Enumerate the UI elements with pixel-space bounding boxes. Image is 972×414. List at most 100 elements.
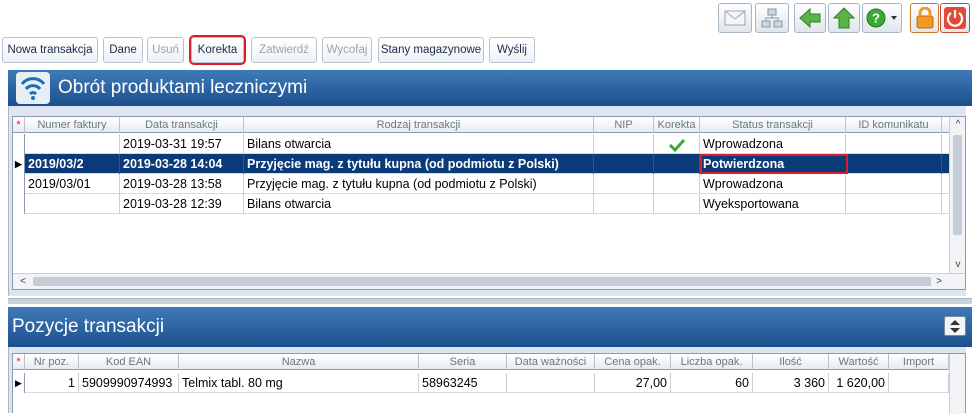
withdraw-button[interactable]: Wycofaj <box>322 37 372 63</box>
mail-button[interactable] <box>718 3 752 33</box>
cell-nip <box>594 154 654 174</box>
cell-type: Przyjęcie mag. z tytułu kupna (od podmio… <box>244 174 594 194</box>
cell-date: 2019-03-28 14:04 <box>120 154 244 174</box>
new-transaction-button[interactable]: Nowa transakcja <box>2 37 98 63</box>
scroll-thumb[interactable] <box>953 135 962 235</box>
cell-date: 2019-03-31 19:57 <box>120 134 244 154</box>
table-header: * Numer faktury Data transakcji Rodzaj t… <box>13 117 949 133</box>
table-row[interactable]: 2019-03-31 19:57 Bilans otwarcia Wprowad… <box>13 134 949 154</box>
cell-message-id <box>846 134 942 154</box>
cell-date: 2019-03-28 13:58 <box>120 174 244 194</box>
positions-header: Pozycje transakcji <box>8 307 972 347</box>
positions-header-row: * Nr poz. Kod EAN Nazwa Seria Data ważno… <box>13 354 949 370</box>
cell-message-id <box>846 174 942 194</box>
network-icon <box>761 8 783 28</box>
col-import[interactable]: Import <box>889 354 949 370</box>
lock-icon <box>916 7 933 29</box>
hscroll-thumb[interactable] <box>33 277 931 286</box>
icon-toolbar: ? <box>0 0 972 36</box>
up-arrow-icon <box>833 7 855 29</box>
network-button[interactable] <box>755 3 789 33</box>
help-button[interactable]: ? <box>862 3 902 33</box>
cell-date: 2019-03-28 12:39 <box>120 194 244 214</box>
row-marker <box>13 174 25 194</box>
cell-pack-price: 27,00 <box>595 373 671 393</box>
cell-invoice-number: 2019/03/01 <box>25 174 120 194</box>
col-date[interactable]: Data transakcji <box>120 117 244 133</box>
delete-button[interactable]: Usuń <box>147 37 184 63</box>
row-pointer-icon: ▶ <box>13 154 25 174</box>
send-button[interactable]: Wyślij <box>489 37 535 63</box>
lock-button[interactable] <box>910 3 939 33</box>
help-icon: ? <box>866 8 897 28</box>
col-series[interactable]: Seria <box>419 354 507 370</box>
cell-invoice-number <box>25 134 120 154</box>
col-nip[interactable]: NIP <box>594 117 654 133</box>
panel-splitter[interactable] <box>8 298 972 304</box>
col-quantity[interactable]: Ilość <box>753 354 829 370</box>
col-name[interactable]: Nazwa <box>179 354 419 370</box>
cell-type: Bilans otwarcia <box>244 134 594 154</box>
up-button[interactable] <box>828 3 860 33</box>
vertical-scrollbar[interactable]: ^ v <box>949 117 965 273</box>
transactions-header: Obrót produktami leczniczymi <box>8 70 972 106</box>
cell-type: Przyjęcie mag. z tytułu kupna (od podmio… <box>244 154 594 174</box>
positions-title: Pozycje transakcji <box>12 316 165 337</box>
cell-correction <box>654 154 700 174</box>
check-icon <box>668 138 685 152</box>
horizontal-scrollbar[interactable]: < > <box>13 273 965 289</box>
scroll-up-icon[interactable]: ^ <box>950 117 966 133</box>
cell-message-id <box>848 154 942 174</box>
cell-status: Wprowadzona <box>700 174 846 194</box>
cell-correction <box>654 194 700 214</box>
cell-correction <box>654 134 700 154</box>
cell-ean: 5909990974993 <box>79 373 179 393</box>
col-pack-count[interactable]: Liczba opak. <box>671 354 753 370</box>
power-icon <box>944 7 966 29</box>
scroll-right-icon[interactable]: > <box>931 274 947 290</box>
positions-vertical-scrollbar[interactable] <box>949 354 965 414</box>
cell-correction <box>654 174 700 194</box>
data-button[interactable]: Dane <box>103 37 143 63</box>
positions-table: * Nr poz. Kod EAN Nazwa Seria Data ważno… <box>12 353 966 414</box>
cell-value: 1 620,00 <box>829 373 889 393</box>
positions-row[interactable]: ▶ 1 5909990974993 Telmix tabl. 80 mg 589… <box>13 373 949 393</box>
col-expiry[interactable]: Data ważności <box>507 354 595 370</box>
scroll-left-icon[interactable]: < <box>15 274 31 290</box>
col-ean[interactable]: Kod EAN <box>79 354 179 370</box>
col-message-id[interactable]: ID komunikatu <box>846 117 942 133</box>
cell-nip <box>594 174 654 194</box>
collapse-toggle-button[interactable] <box>944 316 966 336</box>
power-button[interactable] <box>940 3 970 33</box>
mail-icon <box>724 10 746 26</box>
cell-invoice-number: 2019/03/2 <box>25 154 120 174</box>
cell-status: Wprowadzona <box>700 134 846 154</box>
approve-button[interactable]: Zatwierdź <box>251 37 317 63</box>
cell-pack-count: 60 <box>671 373 753 393</box>
scroll-down-icon[interactable]: v <box>950 257 966 273</box>
cell-name: Telmix tabl. 80 mg <box>179 373 419 393</box>
back-arrow-icon <box>799 8 821 28</box>
stock-button[interactable]: Stany magazynowe <box>378 37 484 63</box>
col-invoice-number[interactable]: Numer faktury <box>25 117 120 133</box>
row-marker <box>13 134 25 154</box>
cell-import <box>889 373 949 393</box>
row-marker <box>13 194 25 214</box>
action-toolbar: Nowa transakcja Dane Usuń Korekta Zatwie… <box>0 35 972 66</box>
header-marker: * <box>13 117 25 133</box>
col-value[interactable]: Wartość <box>829 354 889 370</box>
transactions-title: Obrót produktami leczniczymi <box>58 77 308 98</box>
cell-nip <box>594 194 654 214</box>
col-type[interactable]: Rodzaj transakcji <box>244 117 594 133</box>
cell-quantity: 3 360 <box>753 373 829 393</box>
table-row-selected[interactable]: ▶ 2019/03/2 2019-03-28 14:04 Przyjęcie m… <box>13 154 949 174</box>
col-pack-price[interactable]: Cena opak. <box>595 354 671 370</box>
col-correction[interactable]: Korekta <box>654 117 700 133</box>
col-position-number[interactable]: Nr poz. <box>25 354 79 370</box>
col-status[interactable]: Status transakcji <box>700 117 846 133</box>
table-row[interactable]: 2019-03-28 12:39 Bilans otwarcia Wyekspo… <box>13 194 949 214</box>
cell-nip <box>594 134 654 154</box>
table-row[interactable]: 2019/03/01 2019-03-28 13:58 Przyjęcie ma… <box>13 174 949 194</box>
back-button[interactable] <box>794 3 826 33</box>
correction-button[interactable]: Korekta <box>189 35 246 65</box>
